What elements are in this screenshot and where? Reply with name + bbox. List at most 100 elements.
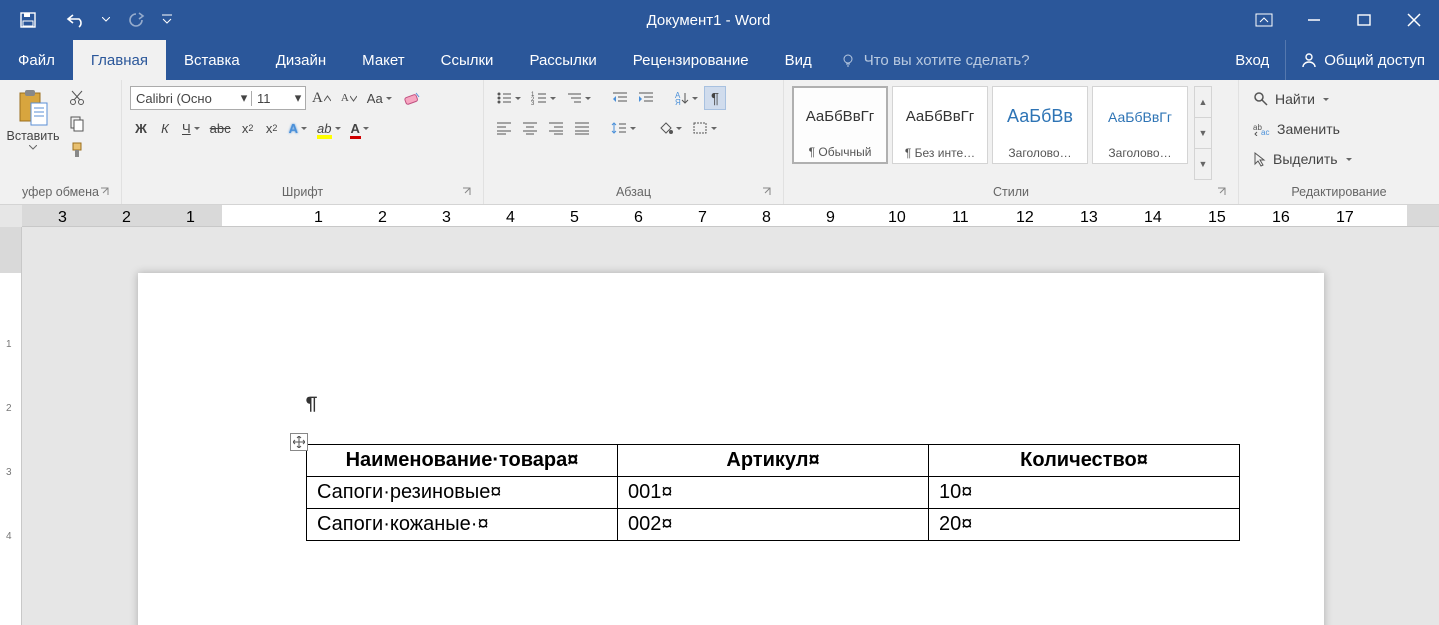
minimize-button[interactable]: [1289, 0, 1339, 40]
show-marks-button[interactable]: ¶: [704, 86, 726, 110]
dialog-launcher[interactable]: [461, 186, 475, 200]
tab-review[interactable]: Рецензирование: [615, 40, 767, 80]
style-normal[interactable]: АаБбВвГг ¶ Обычный: [792, 86, 888, 164]
table-header[interactable]: Артикул¤: [618, 445, 929, 477]
bullets-button[interactable]: [492, 86, 525, 110]
style-heading1[interactable]: АаБбВв Заголово…: [992, 86, 1088, 164]
minimize-icon: [1307, 13, 1321, 27]
borders-button[interactable]: [688, 116, 721, 140]
font-size-dropdown[interactable]: ▾: [291, 90, 305, 106]
superscript-button[interactable]: x2: [261, 116, 283, 140]
numbering-button[interactable]: 123: [527, 86, 560, 110]
share-button[interactable]: Общий доступ: [1285, 40, 1439, 80]
table-cell[interactable]: 10¤: [929, 477, 1240, 509]
dialog-launcher[interactable]: [99, 186, 113, 200]
tab-references[interactable]: Ссылки: [423, 40, 512, 80]
close-button[interactable]: [1389, 0, 1439, 40]
qat-customize[interactable]: [156, 0, 178, 40]
maximize-icon: [1357, 13, 1371, 27]
font-selector[interactable]: Calibri (Осно ▾ 11 ▾: [130, 86, 306, 110]
align-center-button[interactable]: [518, 116, 542, 140]
group-label-styles: Стили: [790, 182, 1232, 202]
save-button[interactable]: [8, 0, 48, 40]
bold-button[interactable]: Ж: [130, 116, 152, 140]
lightbulb-icon: [840, 51, 858, 69]
tab-insert[interactable]: Вставка: [166, 40, 258, 80]
undo-dropdown[interactable]: [96, 0, 116, 40]
document-table[interactable]: Наименование·товара¤ Артикул¤ Количество…: [306, 444, 1240, 541]
replace-button[interactable]: abac Заменить: [1247, 116, 1431, 142]
paste-icon: [17, 89, 49, 127]
align-right-button[interactable]: [544, 116, 568, 140]
table-header[interactable]: Наименование·товара¤: [307, 445, 618, 477]
style-heading2[interactable]: АаБбВвГг Заголово…: [1092, 86, 1188, 164]
format-painter-button[interactable]: [64, 138, 90, 162]
font-name-input[interactable]: Calibri (Осно: [131, 91, 237, 106]
tell-me[interactable]: Что вы хотите сделать?: [830, 40, 1220, 80]
subscript-button[interactable]: x2: [237, 116, 259, 140]
ribbon-display-options[interactable]: [1239, 0, 1289, 40]
paste-button[interactable]: Вставить: [6, 84, 60, 172]
replace-icon: abac: [1253, 122, 1271, 136]
align-left-button[interactable]: [492, 116, 516, 140]
table-cell[interactable]: 001¤: [618, 477, 929, 509]
cut-button[interactable]: [64, 86, 90, 110]
copy-button[interactable]: [64, 112, 90, 136]
decrease-indent-button[interactable]: [608, 86, 632, 110]
font-size-input[interactable]: 11: [251, 91, 291, 106]
table-cell[interactable]: 20¤: [929, 509, 1240, 541]
undo-button[interactable]: [56, 0, 96, 40]
text-effects-button[interactable]: A: [285, 116, 311, 140]
table-row: Сапоги·резиновые¤ 001¤ 10¤: [307, 477, 1240, 509]
table-cell[interactable]: Сапоги·кожаные·¤: [307, 509, 618, 541]
find-button[interactable]: Найти: [1247, 86, 1431, 112]
page-scroll[interactable]: ¶ Наименование·товара¤ Артикул¤ Количест…: [22, 227, 1439, 625]
italic-button[interactable]: К: [154, 116, 176, 140]
cursor-icon: [1253, 151, 1267, 167]
maximize-button[interactable]: [1339, 0, 1389, 40]
tab-view[interactable]: Вид: [767, 40, 830, 80]
gallery-down[interactable]: ▼: [1195, 118, 1211, 149]
move-icon: [293, 436, 305, 448]
gallery-up[interactable]: ▲: [1195, 87, 1211, 118]
table-header-row: Наименование·товара¤ Артикул¤ Количество…: [307, 445, 1240, 477]
underline-button[interactable]: Ч: [178, 116, 204, 140]
clear-formatting-button[interactable]: [398, 86, 426, 110]
select-button[interactable]: Выделить: [1247, 146, 1431, 172]
justify-button[interactable]: [570, 116, 594, 140]
table-header[interactable]: Количество¤: [929, 445, 1240, 477]
ribbon-tabs: Файл Главная Вставка Дизайн Макет Ссылки…: [0, 40, 1439, 80]
signin-button[interactable]: Вход: [1219, 40, 1285, 80]
tab-layout[interactable]: Макет: [344, 40, 422, 80]
tab-design[interactable]: Дизайн: [258, 40, 344, 80]
numbering-icon: 123: [531, 91, 547, 105]
redo-button[interactable]: [116, 0, 156, 40]
tab-mailings[interactable]: Рассылки: [511, 40, 614, 80]
shading-button[interactable]: [653, 116, 686, 140]
tab-home[interactable]: Главная: [73, 40, 166, 80]
dialog-launcher[interactable]: [761, 186, 775, 200]
dialog-launcher[interactable]: [1216, 186, 1230, 200]
style-no-spacing[interactable]: АаБбВвГг ¶ Без инте…: [892, 86, 988, 164]
font-name-dropdown[interactable]: ▾: [237, 90, 251, 106]
tab-file[interactable]: Файл: [0, 40, 73, 80]
increase-indent-button[interactable]: [634, 86, 658, 110]
sort-button[interactable]: AЯ: [671, 86, 702, 110]
gallery-more[interactable]: ▼: [1195, 149, 1211, 179]
table-cell[interactable]: Сапоги·резиновые¤: [307, 477, 618, 509]
line-spacing-button[interactable]: [607, 116, 640, 140]
font-color-button[interactable]: A: [347, 116, 373, 140]
change-case-button[interactable]: Aa: [363, 86, 396, 110]
highlight-button[interactable]: ab: [313, 116, 344, 140]
strikethrough-button[interactable]: abc: [206, 116, 235, 140]
chevron-down-icon: [162, 14, 172, 26]
grow-font-button[interactable]: A: [308, 86, 335, 110]
vertical-ruler[interactable]: 1 2 3 4: [0, 227, 22, 625]
table-cell[interactable]: 002¤: [618, 509, 929, 541]
table-move-handle[interactable]: [290, 433, 308, 451]
table-row: Сапоги·кожаные·¤ 002¤ 20¤: [307, 509, 1240, 541]
shrink-font-button[interactable]: A: [337, 86, 361, 110]
multilevel-button[interactable]: [562, 86, 595, 110]
horizontal-ruler[interactable]: 3 2 1 1 2 3 4 5 6 7 8 9 10 11 12 13 14 1…: [22, 205, 1439, 227]
page[interactable]: ¶ Наименование·товара¤ Артикул¤ Количест…: [138, 273, 1324, 625]
